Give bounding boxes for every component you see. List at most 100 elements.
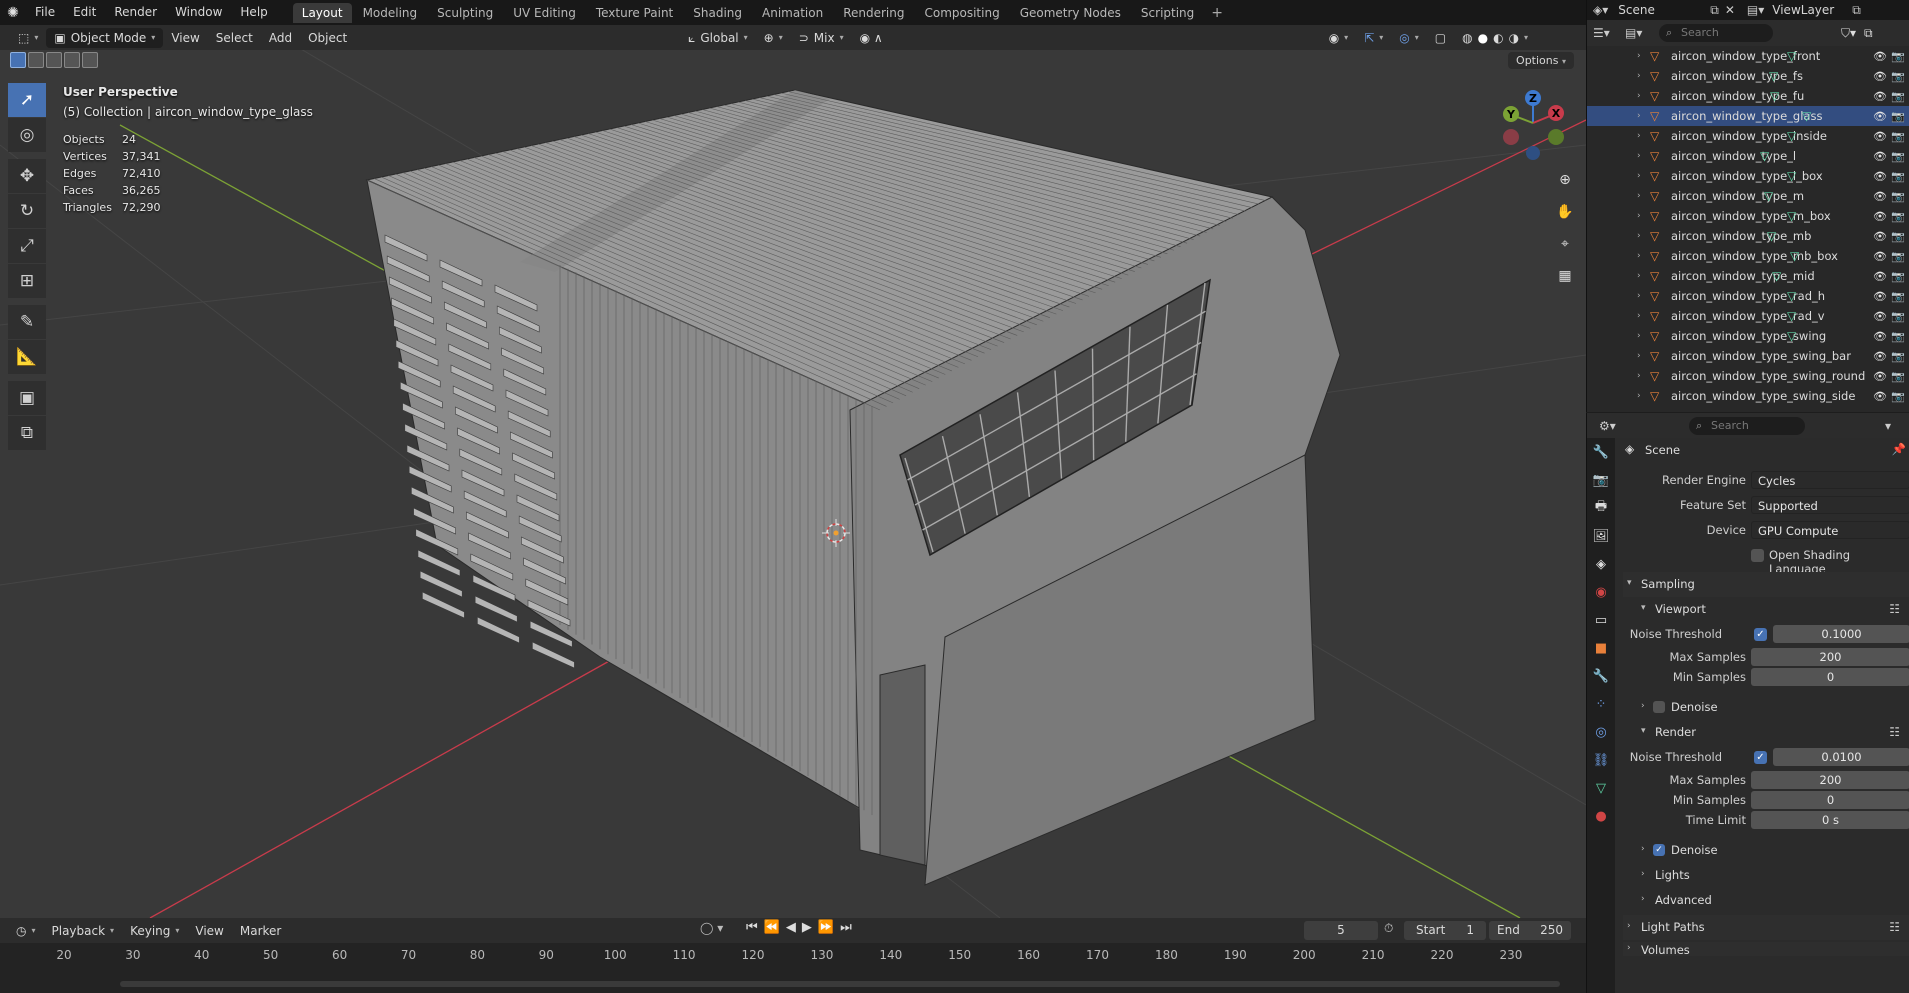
3d-viewport[interactable]: Z X Y ⬚ ▾ ▣ Object Mode ▾ View Select Add O… <box>0 25 1586 918</box>
visibility-eye-icon[interactable]: 👁 <box>1873 110 1887 123</box>
current-frame-field[interactable]: 5 <box>1304 921 1378 940</box>
render-camera-icon[interactable]: 📷 <box>1891 130 1905 143</box>
expand-arrow-icon[interactable]: › <box>1637 311 1641 321</box>
mesh-data-icon[interactable]: ▽ <box>1769 69 1778 83</box>
select-new-icon[interactable] <box>10 52 26 68</box>
visibility-dropdown[interactable]: ◉ ▾ <box>1321 28 1357 48</box>
extrude-tool-icon[interactable]: ⧉ <box>8 416 46 450</box>
snap-dropdown[interactable]: ⊃ Mix ▾ <box>791 28 852 48</box>
outliner-item[interactable]: › ▽ aircon_window_type_glass ▽ 👁 📷 <box>1587 106 1909 126</box>
outliner-item[interactable]: › ▽ aircon_window_type_fu ▽ 👁 📷 <box>1587 86 1909 106</box>
expand-arrow-icon[interactable]: › <box>1637 151 1641 161</box>
workspace-tab-geometry-nodes[interactable]: Geometry Nodes <box>1011 3 1130 23</box>
workspace-tab-uv-editing[interactable]: UV Editing <box>504 3 585 23</box>
render-camera-icon[interactable]: 📷 <box>1891 330 1905 343</box>
expand-arrow-icon[interactable]: › <box>1637 391 1641 401</box>
pin-icon[interactable]: 📌 <box>1892 442 1906 456</box>
outliner-item[interactable]: › ▽ aircon_window_type_fs ▽ 👁 📷 <box>1587 66 1909 86</box>
new-collection-icon[interactable]: ⧉ <box>1864 26 1873 41</box>
menu-file[interactable]: File <box>26 0 64 25</box>
rendered-shading-icon[interactable]: ◑ <box>1509 28 1519 48</box>
view-layer-tab-icon[interactable]: 🖼 <box>1587 522 1615 550</box>
end-frame-field[interactable]: End 250 <box>1489 921 1571 940</box>
outliner-item-name[interactable]: aircon_window_type_swing_bar <box>1671 349 1851 363</box>
scene-tab-icon[interactable]: ◈ <box>1587 550 1615 578</box>
outliner-item-name[interactable]: aircon_window_type_front <box>1671 49 1820 63</box>
render-denoise-header[interactable]: › ✓ Denoise <box>1623 838 1909 863</box>
render-tab-icon[interactable]: 📷 <box>1587 466 1615 494</box>
proportional-editing-button[interactable]: ◉ ∧ <box>852 28 891 48</box>
visibility-eye-icon[interactable]: 👁 <box>1873 330 1887 343</box>
select-subtract-icon[interactable] <box>46 52 62 68</box>
timeline-ruler[interactable]: 20 30 40 50 60 70 80 90 100 110 120 130 140 150 160 170… <box>0 948 1586 968</box>
visibility-eye-icon[interactable]: 👁 <box>1873 290 1887 303</box>
viewport-subpanel-header[interactable]: ▾ Viewport ☷ <box>1623 597 1909 622</box>
pivot-point-dropdown[interactable]: ⊕ ▾ <box>756 28 791 48</box>
workspace-tab-sculpting[interactable]: Sculpting <box>428 3 502 23</box>
outliner-item-name[interactable]: aircon_window_type_l <box>1671 149 1796 163</box>
visibility-eye-icon[interactable]: 👁 <box>1873 50 1887 63</box>
visibility-eye-icon[interactable]: 👁 <box>1873 350 1887 363</box>
render-camera-icon[interactable]: 📷 <box>1891 310 1905 323</box>
mesh-data-icon[interactable]: ▽ <box>1770 89 1779 103</box>
outliner-item[interactable]: › ▽ aircon_window_type_mb ▽ 👁 📷 <box>1587 226 1909 246</box>
select-box-tool-icon[interactable]: ➚ <box>8 83 46 117</box>
outliner-item[interactable]: › ▽ aircon_window_type_rad_h ▽ 👁 📷 <box>1587 286 1909 306</box>
material-tab-icon[interactable]: ● <box>1587 802 1615 830</box>
transform-orientation-dropdown[interactable]: ⟀ Global ▾ <box>680 28 756 48</box>
outliner-item-name[interactable]: aircon_window_type_l_box <box>1671 169 1823 183</box>
render-noise-threshold-checkbox[interactable]: ✓ <box>1754 751 1767 764</box>
mode-dropdown[interactable]: ▣ Object Mode ▾ <box>46 27 164 48</box>
render-camera-icon[interactable]: 📷 <box>1891 210 1905 223</box>
mesh-data-icon[interactable]: ▽ <box>1760 149 1769 163</box>
render-camera-icon[interactable]: 📷 <box>1891 70 1905 83</box>
render-denoise-checkbox[interactable]: ✓ <box>1653 844 1665 856</box>
menu-render[interactable]: Render <box>105 0 166 25</box>
volumes-panel-header[interactable]: › Volumes <box>1623 942 1909 956</box>
viewport-min-samples-field[interactable]: 0 <box>1751 668 1909 686</box>
cursor-tool-icon[interactable]: ◎ <box>8 118 46 152</box>
lights-subpanel-header[interactable]: › Lights <box>1623 863 1909 888</box>
outliner-item-name[interactable]: aircon_window_type_fu <box>1671 89 1804 103</box>
expand-arrow-icon[interactable]: › <box>1637 351 1641 361</box>
workspace-tab-rendering[interactable]: Rendering <box>834 3 913 23</box>
properties-options-icon[interactable]: ▾ <box>1885 419 1891 433</box>
editor-type-button[interactable]: ⬚ ▾ <box>10 28 46 48</box>
expand-arrow-icon[interactable]: › <box>1637 331 1641 341</box>
render-presets-list-icon[interactable]: ☷ <box>1889 725 1900 739</box>
outliner-item[interactable]: › ▽ aircon_window_type_front ▽ 👁 📷 <box>1587 46 1909 66</box>
orthographic-grid-icon[interactable]: ▦ <box>1552 263 1578 289</box>
render-camera-icon[interactable]: 📷 <box>1891 170 1905 183</box>
zoom-icon[interactable]: ⊕ <box>1552 167 1578 193</box>
render-camera-icon[interactable]: 📷 <box>1891 290 1905 303</box>
filter-icon[interactable]: ⛉▾ <box>1841 26 1856 41</box>
menu-object[interactable]: Object <box>300 28 355 48</box>
properties-type-icon[interactable]: ⚙▾ <box>1599 419 1689 433</box>
play-reverse-icon[interactable]: ◀ <box>786 920 796 935</box>
navigation-gizmo[interactable]: Z X Y <box>1503 90 1564 160</box>
device-dropdown[interactable]: GPU Compute <box>1751 521 1909 539</box>
menu-help[interactable]: Help <box>231 0 276 25</box>
outliner-item-name[interactable]: aircon_window_type_mid <box>1671 269 1815 283</box>
menu-keying[interactable]: Keying ▾ <box>122 921 187 941</box>
annotate-tool-icon[interactable]: ✎ <box>8 305 46 339</box>
render-noise-threshold-field[interactable]: 0.0100 <box>1773 748 1909 766</box>
outliner-type-icon[interactable]: ☰▾ <box>1593 26 1625 40</box>
osl-checkbox[interactable] <box>1751 549 1764 562</box>
outliner-item-name[interactable]: aircon_window_type_m_box <box>1671 209 1831 223</box>
render-camera-icon[interactable]: 📷 <box>1891 350 1905 363</box>
expand-arrow-icon[interactable]: › <box>1637 291 1641 301</box>
visibility-eye-icon[interactable]: 👁 <box>1873 270 1887 283</box>
xray-toggle[interactable]: ▢ <box>1427 28 1454 48</box>
visibility-eye-icon[interactable]: 👁 <box>1873 190 1887 203</box>
mesh-data-icon[interactable]: ▽ <box>1764 189 1773 203</box>
render-camera-icon[interactable]: 📷 <box>1891 90 1905 103</box>
jump-keyframe-forward-icon[interactable]: ⏩ <box>818 920 834 935</box>
outliner-item-name[interactable]: aircon_window_type_mb <box>1671 229 1811 243</box>
mesh-data-icon[interactable]: ▽ <box>1790 249 1799 263</box>
mesh-data-icon[interactable]: ▽ <box>1772 269 1781 283</box>
outliner-item-name[interactable]: aircon_window_type_inside <box>1671 129 1827 143</box>
expand-arrow-icon[interactable]: › <box>1637 131 1641 141</box>
visibility-eye-icon[interactable]: 👁 <box>1873 370 1887 383</box>
outliner-item-name[interactable]: aircon_window_type_fs <box>1671 69 1803 83</box>
